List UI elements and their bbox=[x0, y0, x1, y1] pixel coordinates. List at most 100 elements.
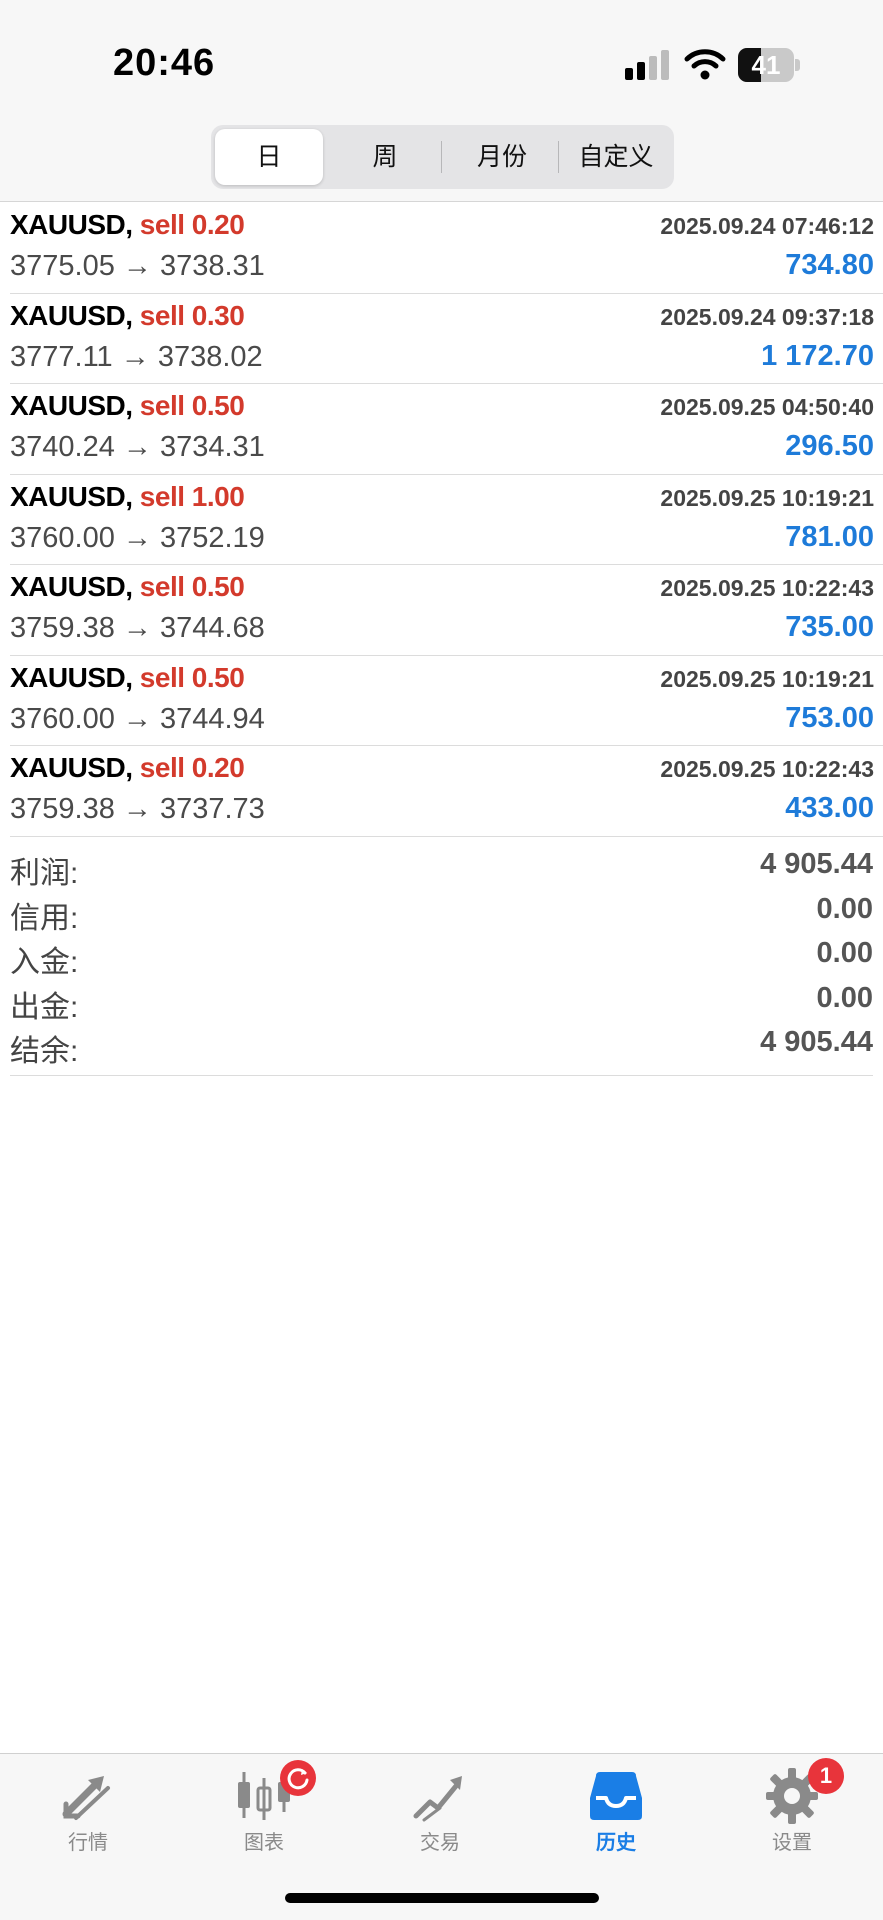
trade-chart-icon bbox=[413, 1776, 462, 1822]
arrow-icon: → bbox=[120, 340, 150, 373]
tab-label: 交易 bbox=[420, 1832, 460, 1854]
open-price: 3760.00 bbox=[10, 521, 115, 554]
battery-level: 41 bbox=[751, 50, 781, 80]
open-price: 3777.11 bbox=[10, 340, 113, 373]
open-price: 3759.38 bbox=[10, 612, 115, 644]
cellular-signal-icon bbox=[625, 50, 673, 80]
period-segmented-control: 日 周 月份 自定义 bbox=[211, 125, 674, 189]
trade-time: 2025.09.25 10:19:21 bbox=[660, 665, 874, 692]
trade-volume: 0.50 bbox=[191, 390, 245, 421]
trade-profit: 296.50 bbox=[785, 430, 874, 462]
tab-history[interactable]: 历史 bbox=[528, 1754, 704, 1874]
close-price: 3738.31 bbox=[159, 250, 265, 282]
arrow-icon: → bbox=[122, 702, 152, 735]
open-price: 3740.24 bbox=[10, 431, 115, 463]
battery-icon: 41 bbox=[738, 48, 800, 82]
tab-day[interactable]: 日 bbox=[215, 129, 323, 185]
trade-row[interactable]: XAUUSD, sell 0.50 2025.09.25 10:22:43 37… bbox=[10, 565, 883, 656]
close-price: 3744.94 bbox=[159, 702, 265, 735]
home-indicator bbox=[285, 1893, 599, 1903]
trade-history-list: XAUUSD, sell 0.20 2025.09.24 07:46:12 37… bbox=[0, 203, 883, 837]
segment-divider bbox=[558, 141, 559, 173]
tab-month[interactable]: 月份 bbox=[447, 129, 557, 185]
arrow-icon: → bbox=[122, 612, 152, 644]
summary-value: 4 905.44 bbox=[760, 848, 873, 880]
trade-side: sell bbox=[139, 299, 185, 331]
open-price: 3775.05 bbox=[10, 250, 115, 282]
close-price: 3744.68 bbox=[159, 612, 265, 644]
summary-label: 利润: bbox=[10, 857, 79, 890]
trade-row[interactable]: XAUUSD, sell 0.50 2025.09.25 10:19:21 37… bbox=[10, 656, 883, 746]
trade-profit: 1 172.70 bbox=[761, 339, 874, 372]
summary-value: 0.00 bbox=[816, 981, 873, 1014]
summary-value: 4 905.44 bbox=[760, 1026, 873, 1058]
trade-volume: 0.50 bbox=[191, 571, 245, 602]
notification-badge: 1 bbox=[808, 1758, 844, 1794]
trade-side: sell bbox=[139, 209, 185, 240]
close-price: 3737.73 bbox=[159, 793, 265, 825]
trade-time: 2025.09.25 10:22:43 bbox=[660, 756, 874, 782]
trade-symbol: XAUUSD, bbox=[10, 209, 133, 240]
trade-side: sell bbox=[139, 661, 185, 693]
trade-symbol: XAUUSD, bbox=[10, 661, 133, 693]
trade-side: sell bbox=[139, 480, 185, 512]
tab-trade[interactable]: 交易 bbox=[352, 1754, 528, 1874]
tab-custom[interactable]: 自定义 bbox=[561, 129, 671, 185]
trade-row[interactable]: XAUUSD, sell 0.20 2025.09.24 07:46:12 37… bbox=[10, 203, 883, 294]
tab-label: 设置 bbox=[772, 1832, 812, 1854]
status-time: 20:46 bbox=[113, 42, 216, 84]
summary-value: 0.00 bbox=[816, 892, 873, 925]
trade-row[interactable]: XAUUSD, sell 0.20 2025.09.25 10:22:43 37… bbox=[10, 746, 883, 837]
open-price: 3759.38 bbox=[10, 793, 115, 825]
close-price: 3734.31 bbox=[159, 431, 265, 463]
trade-side: sell bbox=[139, 752, 185, 783]
arrow-icon: → bbox=[122, 793, 152, 825]
close-price: 3752.19 bbox=[159, 521, 265, 554]
tab-quotes[interactable]: 行情 bbox=[0, 1754, 176, 1874]
summary-row-withdrawal: 出金: 0.00 bbox=[10, 976, 873, 1024]
wifi-icon bbox=[684, 49, 726, 80]
close-price: 3738.02 bbox=[157, 340, 263, 373]
trade-symbol: XAUUSD, bbox=[10, 571, 133, 602]
summary-value: 0.00 bbox=[816, 937, 873, 969]
trade-row[interactable]: XAUUSD, sell 0.50 2025.09.25 04:50:40 37… bbox=[10, 384, 883, 475]
trade-symbol: XAUUSD, bbox=[10, 752, 133, 783]
tab-chart[interactable]: 图表 bbox=[176, 1754, 352, 1874]
trade-symbol: XAUUSD, bbox=[10, 299, 133, 331]
summary-label: 信用: bbox=[10, 901, 79, 935]
quotes-arrows-icon bbox=[62, 1776, 110, 1820]
summary-label: 入金: bbox=[10, 946, 79, 979]
summary-row-profit: 利润: 4 905.44 bbox=[10, 842, 873, 890]
trade-profit: 735.00 bbox=[785, 611, 874, 643]
summary-label: 结余: bbox=[10, 1035, 79, 1068]
arrow-icon: → bbox=[122, 250, 152, 282]
trade-symbol: XAUUSD, bbox=[10, 390, 133, 421]
trade-side: sell bbox=[139, 390, 185, 421]
trade-volume: 0.50 bbox=[191, 661, 245, 693]
trade-profit: 753.00 bbox=[785, 701, 874, 734]
history-inbox-icon bbox=[590, 1772, 642, 1820]
trade-volume: 0.20 bbox=[191, 752, 245, 783]
trade-volume: 0.30 bbox=[191, 299, 245, 331]
tab-label: 历史 bbox=[596, 1832, 636, 1854]
open-price: 3760.00 bbox=[10, 702, 115, 735]
trade-row[interactable]: XAUUSD, sell 0.30 2025.09.24 09:37:18 37… bbox=[10, 294, 883, 384]
summary-row-deposit: 入金: 0.00 bbox=[10, 931, 873, 979]
refresh-badge-icon bbox=[280, 1760, 316, 1796]
trade-row[interactable]: XAUUSD, sell 1.00 2025.09.25 10:19:21 37… bbox=[10, 475, 883, 565]
tab-week[interactable]: 周 bbox=[335, 129, 435, 185]
trade-side: sell bbox=[139, 571, 185, 602]
trade-time: 2025.09.25 04:50:40 bbox=[660, 394, 874, 420]
trade-volume: 1.00 bbox=[191, 480, 245, 512]
tab-settings[interactable]: 1 设置 bbox=[704, 1754, 880, 1874]
trade-profit: 433.00 bbox=[785, 792, 874, 824]
account-summary: 利润: 4 905.44 信用: 0.00 入金: 0.00 出金: 0.00 … bbox=[10, 842, 873, 1076]
arrow-icon: → bbox=[122, 431, 152, 463]
trade-profit: 734.80 bbox=[785, 249, 874, 281]
trade-symbol: XAUUSD, bbox=[10, 480, 133, 512]
trade-volume: 0.20 bbox=[191, 209, 245, 240]
trade-time: 2025.09.24 07:46:12 bbox=[660, 213, 874, 239]
arrow-icon: → bbox=[122, 521, 152, 554]
tab-label: 行情 bbox=[68, 1832, 108, 1854]
header: 20:46 41 日 周 月份 自定义 bbox=[0, 0, 883, 202]
